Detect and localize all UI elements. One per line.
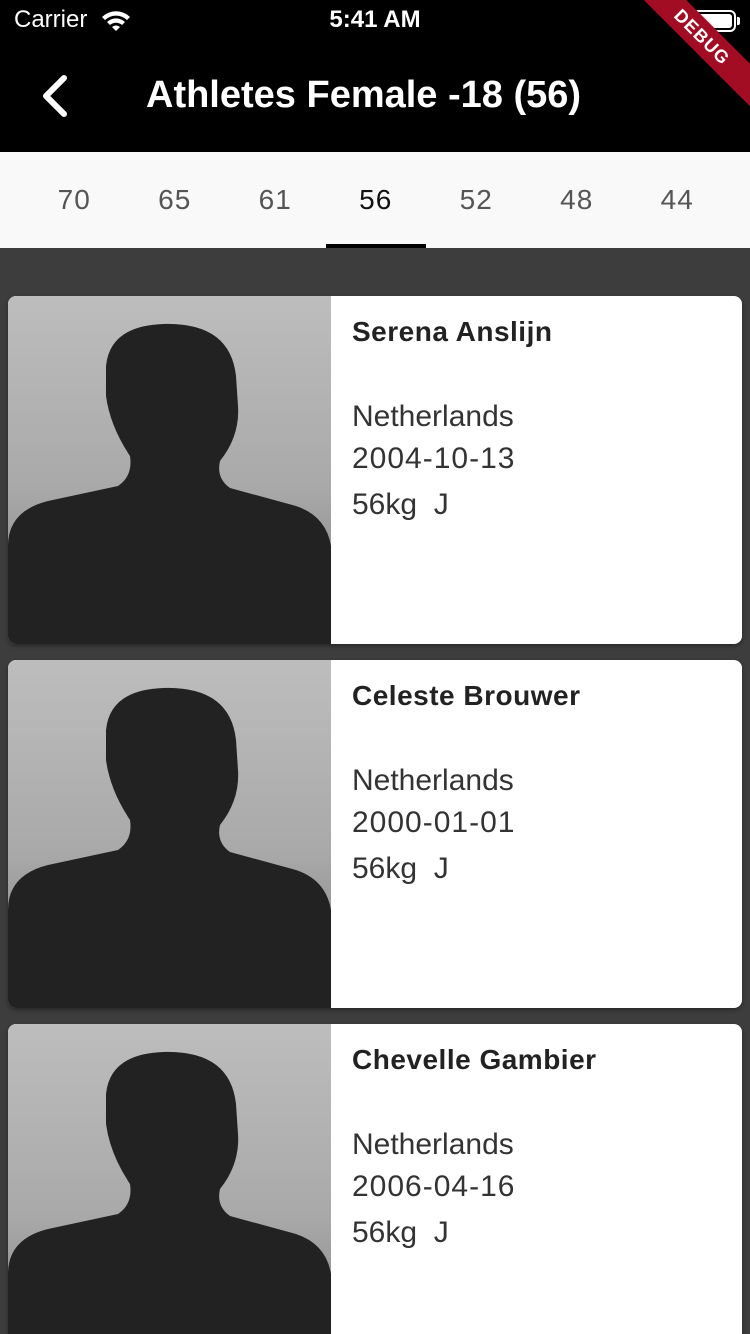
athlete-name: Celeste Brouwer [352, 680, 581, 711]
athlete-info: Celeste Brouwer Netherlands 2000-01-01 5… [352, 680, 732, 886]
athlete-info: Serena Anslijn Netherlands 2004-10-13 56… [352, 316, 732, 522]
person-silhouette-icon [8, 1051, 331, 1334]
app-bar: Athletes Female -18 (56) [0, 40, 750, 152]
status-bar: Carrier 5:41 AM [0, 0, 750, 40]
tab-44[interactable]: 44 [627, 152, 728, 248]
tab-70[interactable]: 70 [24, 152, 125, 248]
athlete-info: Chevelle Gambier Netherlands 2006-04-16 … [352, 1044, 732, 1250]
athlete-photo [8, 1024, 331, 1334]
athlete-weight-class: 56kg J [352, 852, 449, 885]
tab-48[interactable]: 48 [527, 152, 628, 248]
page-title: Athletes Female -18 (56) [146, 74, 582, 116]
tab-61[interactable]: 61 [225, 152, 326, 248]
athlete-country: Netherlands [352, 1128, 514, 1161]
athlete-name: Chevelle Gambier [352, 1044, 597, 1075]
weight-tabs: 70 65 61 56 52 48 44 [0, 152, 750, 248]
athlete-country: Netherlands [352, 764, 514, 797]
athlete-weight-class: 56kg J [352, 1216, 449, 1249]
person-silhouette-icon [8, 323, 331, 644]
athlete-card[interactable]: Chevelle Gambier Netherlands 2006-04-16 … [8, 1024, 742, 1334]
athlete-photo [8, 660, 331, 1008]
athlete-country: Netherlands [352, 400, 514, 433]
athlete-list[interactable]: Serena Anslijn Netherlands 2004-10-13 56… [0, 248, 750, 1334]
athlete-card[interactable]: Serena Anslijn Netherlands 2004-10-13 56… [8, 296, 742, 644]
status-time: 5:41 AM [329, 6, 421, 33]
chevron-left-icon[interactable] [30, 70, 82, 122]
athlete-weight-class: 56kg J [352, 488, 449, 521]
athlete-card[interactable]: Celeste Brouwer Netherlands 2000-01-01 5… [8, 660, 742, 1008]
person-silhouette-icon [8, 687, 331, 1008]
athlete-photo [8, 296, 331, 644]
top-bar: Carrier 5:41 AM Athletes Female -18 (56)… [0, 0, 750, 152]
athlete-name: Serena Anslijn [352, 316, 553, 347]
athlete-birthdate: 2000-01-01 [352, 806, 516, 839]
athlete-birthdate: 2006-04-16 [352, 1170, 516, 1203]
screen: Carrier 5:41 AM Athletes Female -18 (56)… [0, 0, 750, 1334]
tab-52[interactable]: 52 [426, 152, 527, 248]
tab-65[interactable]: 65 [125, 152, 226, 248]
athlete-birthdate: 2004-10-13 [352, 442, 516, 475]
tab-56[interactable]: 56 [325, 152, 427, 248]
